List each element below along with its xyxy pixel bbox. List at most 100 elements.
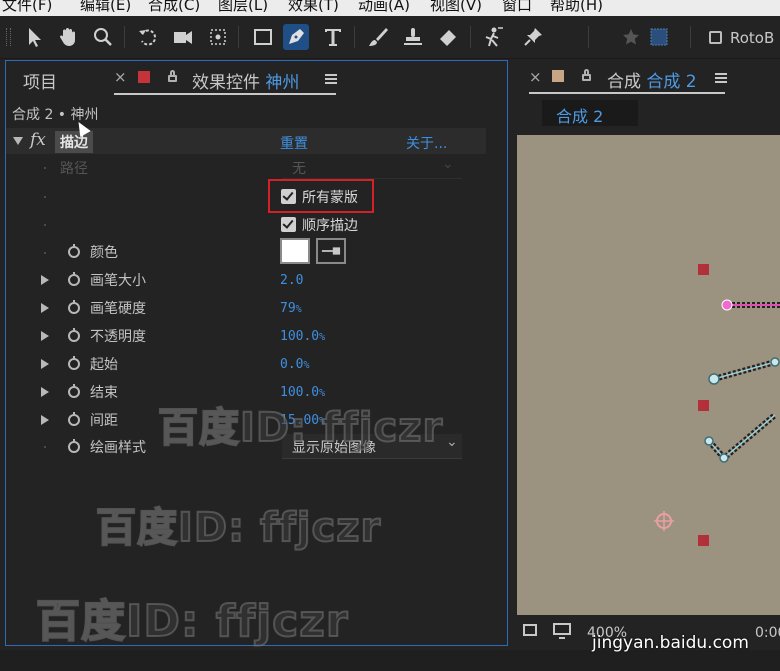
brush-hardness-label: 画笔硬度 bbox=[90, 301, 146, 317]
roto-label: RotoB bbox=[730, 29, 775, 47]
brush-tool-icon[interactable] bbox=[365, 24, 391, 50]
fx-toggle[interactable]: fx bbox=[30, 130, 46, 150]
tab-effect-controls-layer: 神州 bbox=[265, 73, 300, 93]
hand-tool-icon[interactable] bbox=[55, 24, 81, 50]
roto-brush-tool-icon[interactable] bbox=[480, 24, 506, 50]
toolbar-divider bbox=[470, 26, 471, 48]
stopwatch-icon[interactable] bbox=[68, 300, 80, 314]
toolbar-divider bbox=[124, 26, 125, 48]
layout-toggle-icon[interactable] bbox=[523, 624, 537, 636]
menu-composition[interactable]: 合成(C) bbox=[148, 0, 200, 15]
selection-tool-icon[interactable] bbox=[22, 24, 48, 50]
expand-triangle-icon[interactable] bbox=[41, 359, 49, 369]
mask-paths-drawing bbox=[654, 299, 780, 531]
menu-view[interactable]: 视图(V) bbox=[430, 0, 482, 15]
sequential-label: 顺序描边 bbox=[302, 218, 358, 234]
menu-window[interactable]: 窗口 bbox=[502, 0, 532, 15]
brush-size-label: 画笔大小 bbox=[90, 273, 146, 289]
expand-triangle-icon[interactable] bbox=[41, 303, 49, 313]
comp-tab-close-button[interactable]: × bbox=[529, 68, 542, 86]
mask-vertex[interactable] bbox=[698, 264, 709, 275]
stopwatch-icon[interactable] bbox=[68, 328, 80, 342]
opacity-unit: % bbox=[319, 332, 326, 343]
row-dot bbox=[44, 167, 46, 169]
menu-effect[interactable]: 效果(T) bbox=[288, 0, 339, 15]
active-tab-underline bbox=[114, 93, 336, 95]
tab-effect-controls[interactable]: 效果控件 神州 bbox=[192, 68, 299, 93]
brush-hardness-value[interactable]: 79% bbox=[280, 301, 302, 316]
mask-vertex[interactable] bbox=[698, 535, 709, 546]
brush-hardness-unit: % bbox=[295, 304, 302, 315]
expand-triangle-icon[interactable] bbox=[41, 275, 49, 285]
reset-link[interactable]: 重置 bbox=[280, 133, 308, 153]
all-masks-label: 所有蒙版 bbox=[302, 190, 358, 206]
pan-behind-tool-icon[interactable] bbox=[205, 24, 231, 50]
timecode[interactable]: 0:00 bbox=[755, 625, 780, 641]
snap-grid-icon[interactable] bbox=[646, 24, 672, 50]
menu-edit[interactable]: 编辑(E) bbox=[80, 0, 131, 15]
spacing-label: 间距 bbox=[90, 413, 118, 429]
eyedropper-button[interactable] bbox=[316, 238, 346, 264]
tab-close-button[interactable]: × bbox=[114, 68, 127, 86]
chevron-down-icon: ⌄ bbox=[442, 156, 454, 172]
all-masks-checkbox[interactable] bbox=[281, 189, 296, 204]
lock-icon[interactable] bbox=[582, 69, 591, 81]
rotate-tool-icon[interactable] bbox=[135, 24, 161, 50]
tab-composition-label: 合成 bbox=[607, 72, 641, 92]
row-dot bbox=[44, 196, 46, 198]
puppet-pin-tool-icon[interactable] bbox=[520, 24, 546, 50]
sequential-checkbox[interactable] bbox=[281, 217, 296, 232]
about-link[interactable]: 关于... bbox=[406, 133, 447, 153]
toolbar-divider bbox=[238, 26, 239, 48]
toolbar-divider bbox=[690, 26, 691, 48]
path-dropdown[interactable]: 无 ⌄ bbox=[282, 156, 462, 179]
lock-icon[interactable] bbox=[168, 70, 177, 82]
effect-name[interactable]: 描边 bbox=[55, 131, 93, 153]
composition-viewer[interactable] bbox=[517, 135, 780, 615]
toolbar-grip[interactable] bbox=[6, 28, 11, 46]
menu-layer[interactable]: 图层(L) bbox=[218, 0, 268, 15]
tab-composition-name: 合成 2 bbox=[646, 72, 697, 92]
zoom-tool-icon[interactable] bbox=[90, 24, 116, 50]
pen-tool-icon[interactable] bbox=[283, 24, 309, 50]
stopwatch-icon[interactable] bbox=[68, 356, 80, 370]
type-tool-icon[interactable] bbox=[320, 24, 346, 50]
eraser-tool-icon[interactable] bbox=[435, 24, 461, 50]
expand-triangle-icon[interactable] bbox=[41, 415, 49, 425]
star-icon[interactable] bbox=[618, 24, 644, 50]
toolbar-divider bbox=[588, 26, 589, 48]
menu-help[interactable]: 帮助(H) bbox=[550, 0, 603, 15]
effect-collapse-triangle-icon[interactable] bbox=[13, 137, 23, 145]
opacity-value[interactable]: 100.0% bbox=[280, 329, 325, 344]
stopwatch-icon[interactable] bbox=[68, 384, 80, 398]
stopwatch-icon[interactable] bbox=[68, 244, 80, 258]
active-tab-underline bbox=[529, 92, 725, 94]
menu-animation[interactable]: 动画(A) bbox=[358, 0, 410, 15]
comp-breadcrumb-chip[interactable]: 合成 2 bbox=[542, 100, 638, 126]
brush-size-value[interactable]: 2.0 bbox=[280, 273, 303, 288]
clone-stamp-tool-icon[interactable] bbox=[400, 24, 426, 50]
camera-tool-icon[interactable] bbox=[170, 24, 196, 50]
watermark-text: 百度ID: ffjczr bbox=[157, 404, 444, 452]
expand-triangle-icon[interactable] bbox=[41, 387, 49, 397]
roto-checkbox[interactable] bbox=[709, 31, 722, 44]
color-swatch[interactable] bbox=[280, 238, 310, 264]
mask-vertex[interactable] bbox=[698, 400, 709, 411]
tab-project[interactable]: 项目 bbox=[23, 68, 57, 93]
menu-bar: 文件(F) 编辑(E) 合成(C) 图层(L) 效果(T) 动画(A) 视图(V… bbox=[0, 0, 780, 16]
opacity-label: 不透明度 bbox=[90, 329, 146, 345]
effect-controls-panel: 项目 × 效果控件 神州 合成 2 • 神州 fx 描边 重置 关于... 路径… bbox=[5, 60, 508, 646]
rectangle-tool-icon[interactable] bbox=[250, 24, 276, 50]
stopwatch-icon[interactable] bbox=[68, 272, 80, 286]
panel-menu-icon[interactable] bbox=[325, 74, 337, 84]
monitor-icon[interactable] bbox=[553, 623, 571, 639]
tab-composition[interactable]: 合成 合成 2 bbox=[607, 67, 697, 92]
expand-triangle-icon[interactable] bbox=[41, 331, 49, 341]
panel-menu-icon[interactable] bbox=[715, 73, 727, 83]
end-label: 结束 bbox=[90, 385, 118, 401]
stopwatch-icon[interactable] bbox=[68, 439, 80, 453]
stopwatch-icon[interactable] bbox=[68, 412, 80, 426]
menu-file[interactable]: 文件(F) bbox=[2, 0, 52, 15]
start-value[interactable]: 0.0% bbox=[280, 357, 310, 372]
color-label: 颜色 bbox=[90, 245, 118, 261]
